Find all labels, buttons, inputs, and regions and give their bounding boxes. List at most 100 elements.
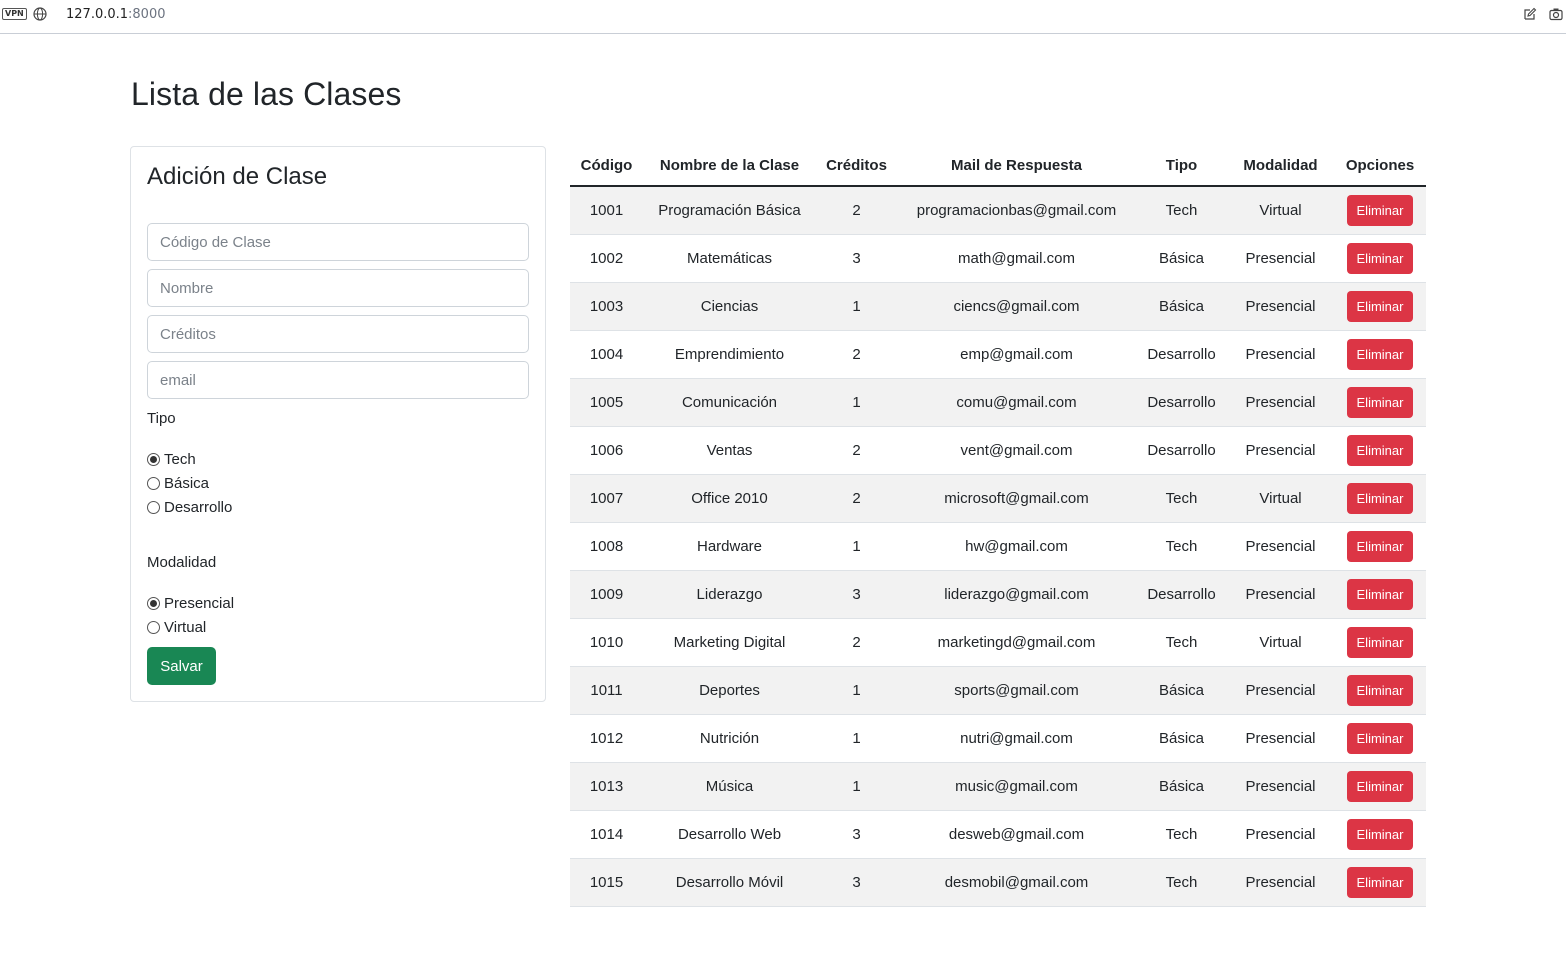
cell-code: 1010 bbox=[570, 618, 643, 667]
cell-credits: 2 bbox=[816, 426, 897, 475]
save-button[interactable]: Salvar bbox=[147, 647, 216, 685]
table-row: 1012 Nutrición 1 nutri@gmail.com Básica Prese… bbox=[570, 714, 1426, 763]
col-header-credits: Créditos bbox=[816, 146, 897, 187]
delete-button[interactable]: Eliminar bbox=[1347, 818, 1413, 850]
tipo-option-tech[interactable]: Tech bbox=[147, 449, 196, 469]
cell-code: 1003 bbox=[570, 282, 643, 331]
email-input[interactable] bbox=[147, 361, 529, 399]
delete-button[interactable]: Eliminar bbox=[1347, 626, 1413, 658]
radio-unchecked-icon[interactable] bbox=[147, 476, 160, 490]
delete-button[interactable]: Eliminar bbox=[1347, 242, 1413, 274]
delete-button[interactable]: Eliminar bbox=[1347, 434, 1413, 466]
cell-code: 1007 bbox=[570, 474, 643, 523]
cell-modalidad: Presencial bbox=[1227, 762, 1334, 811]
delete-button[interactable]: Eliminar bbox=[1347, 338, 1413, 370]
camera-icon[interactable] bbox=[1549, 7, 1563, 21]
cell-tipo: Desarrollo bbox=[1136, 570, 1227, 619]
cell-email: nutri@gmail.com bbox=[897, 714, 1136, 763]
radio-unchecked-icon[interactable] bbox=[147, 500, 160, 514]
vpn-badge[interactable]: VPN bbox=[2, 8, 27, 20]
radio-checked-icon[interactable] bbox=[147, 596, 160, 610]
class-name-input[interactable] bbox=[147, 269, 529, 307]
table-row: 1011 Deportes 1 sports@gmail.com Básica Prese… bbox=[570, 666, 1426, 715]
delete-button[interactable]: Eliminar bbox=[1347, 530, 1413, 562]
globe-icon bbox=[33, 7, 47, 21]
cell-modalidad: Presencial bbox=[1227, 858, 1334, 907]
modalidad-option-virtual[interactable]: Virtual bbox=[147, 617, 206, 637]
cell-tipo: Tech bbox=[1136, 474, 1227, 523]
cell-code: 1004 bbox=[570, 330, 643, 379]
cell-options: Eliminar bbox=[1334, 810, 1426, 859]
modalidad-option-label: Virtual bbox=[164, 618, 207, 636]
cell-options: Eliminar bbox=[1334, 282, 1426, 331]
cell-credits: 2 bbox=[816, 474, 897, 523]
cell-code: 1002 bbox=[570, 234, 643, 283]
cell-credits: 1 bbox=[816, 282, 897, 331]
cell-code: 1006 bbox=[570, 426, 643, 475]
delete-button[interactable]: Eliminar bbox=[1347, 386, 1413, 418]
cell-tipo: Tech bbox=[1136, 186, 1227, 235]
cell-tipo: Desarrollo bbox=[1136, 330, 1227, 379]
cell-name: Música bbox=[643, 762, 816, 811]
edit-icon[interactable] bbox=[1523, 7, 1537, 21]
tipo-option-desarrollo[interactable]: Desarrollo bbox=[147, 497, 232, 517]
table-row: 1002 Matemáticas 3 math@gmail.com Básica Pres… bbox=[570, 234, 1426, 283]
cell-name: Programación Básica bbox=[643, 186, 816, 235]
delete-button[interactable]: Eliminar bbox=[1347, 770, 1413, 802]
cell-credits: 3 bbox=[816, 858, 897, 907]
cell-code: 1013 bbox=[570, 762, 643, 811]
credits-input[interactable] bbox=[147, 315, 529, 353]
cell-modalidad: Presencial bbox=[1227, 330, 1334, 379]
delete-button[interactable]: Eliminar bbox=[1347, 290, 1413, 322]
cell-code: 1012 bbox=[570, 714, 643, 763]
cell-email: ciencs@gmail.com bbox=[897, 282, 1136, 331]
cell-options: Eliminar bbox=[1334, 234, 1426, 283]
cell-tipo: Básica bbox=[1136, 282, 1227, 331]
delete-button[interactable]: Eliminar bbox=[1347, 578, 1413, 610]
cell-email: vent@gmail.com bbox=[897, 426, 1136, 475]
table-row: 1006 Ventas 2 vent@gmail.com Desarrollo Prese… bbox=[570, 426, 1426, 475]
class-code-input[interactable] bbox=[147, 223, 529, 261]
radio-unchecked-icon[interactable] bbox=[147, 620, 160, 634]
col-header-email: Mail de Respuesta bbox=[897, 146, 1136, 187]
cell-name: Matemáticas bbox=[643, 234, 816, 283]
cell-credits: 2 bbox=[816, 186, 897, 235]
table-row: 1005 Comunicación 1 comu@gmail.com Desarroll… bbox=[570, 378, 1426, 427]
radio-checked-icon[interactable] bbox=[147, 452, 160, 466]
cell-name: Liderazgo bbox=[643, 570, 816, 619]
url-text[interactable]: 127.0.0.1:8000 bbox=[66, 7, 166, 22]
cell-code: 1009 bbox=[570, 570, 643, 619]
delete-button[interactable]: Eliminar bbox=[1347, 482, 1413, 514]
delete-button[interactable]: Eliminar bbox=[1347, 674, 1413, 706]
cell-code: 1014 bbox=[570, 810, 643, 859]
cell-name: Comunicación bbox=[643, 378, 816, 427]
cell-modalidad: Presencial bbox=[1227, 282, 1334, 331]
table-body: 1001 Programación Básica 2 programacionbas@… bbox=[570, 186, 1426, 907]
cell-tipo: Básica bbox=[1136, 762, 1227, 811]
cell-email: liderazgo@gmail.com bbox=[897, 570, 1136, 619]
cell-name: Emprendimiento bbox=[643, 330, 816, 379]
cell-credits: 1 bbox=[816, 522, 897, 571]
delete-button[interactable]: Eliminar bbox=[1347, 866, 1413, 898]
tipo-option-basica[interactable]: Básica bbox=[147, 473, 209, 493]
cell-name: Ventas bbox=[643, 426, 816, 475]
cell-code: 1011 bbox=[570, 666, 643, 715]
table-row: 1008 Hardware 1 hw@gmail.com Tech Presencial E… bbox=[570, 522, 1426, 571]
cell-credits: 2 bbox=[816, 618, 897, 667]
modalidad-option-presencial[interactable]: Presencial bbox=[147, 593, 234, 613]
cell-options: Eliminar bbox=[1334, 618, 1426, 667]
cell-credits: 1 bbox=[816, 666, 897, 715]
cell-options: Eliminar bbox=[1334, 714, 1426, 763]
cell-code: 1015 bbox=[570, 858, 643, 907]
delete-button[interactable]: Eliminar bbox=[1347, 194, 1413, 226]
url-host: 127.0.0.1 bbox=[66, 7, 129, 22]
cell-tipo: Tech bbox=[1136, 810, 1227, 859]
cell-name: Nutrición bbox=[643, 714, 816, 763]
cell-options: Eliminar bbox=[1334, 378, 1426, 427]
cell-name: Deportes bbox=[643, 666, 816, 715]
delete-button[interactable]: Eliminar bbox=[1347, 722, 1413, 754]
cell-code: 1001 bbox=[570, 186, 643, 235]
table-row: 1015 Desarrollo Móvil 3 desmobil@gmail.com T… bbox=[570, 858, 1426, 907]
col-header-code: Código bbox=[570, 146, 643, 187]
cell-name: Marketing Digital bbox=[643, 618, 816, 667]
